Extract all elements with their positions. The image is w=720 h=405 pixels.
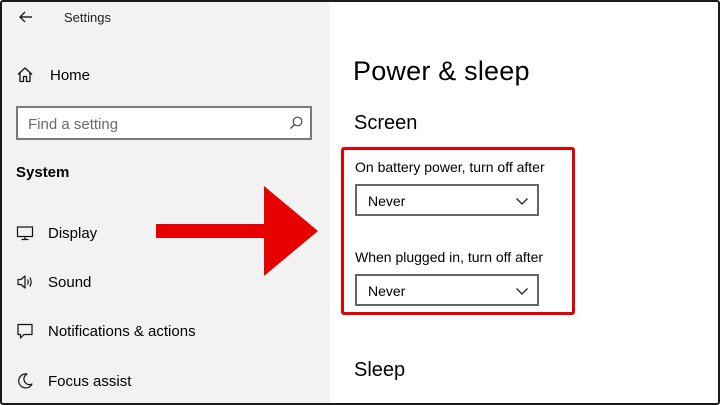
back-button[interactable] <box>14 6 38 28</box>
sidebar-item-label: Display <box>48 224 98 242</box>
home-icon <box>14 64 36 86</box>
speaker-icon <box>14 271 36 293</box>
search-box[interactable] <box>16 106 312 140</box>
monitor-icon <box>14 222 36 244</box>
red-arrow-annotation <box>156 186 318 276</box>
section-heading-system: System <box>16 164 70 181</box>
sidebar-item-notifications[interactable]: Notifications & actions <box>14 318 196 344</box>
search-icon[interactable] <box>288 115 304 131</box>
page-title: Power & sleep <box>353 56 530 86</box>
sleep-heading: Sleep <box>354 359 406 381</box>
sidebar-item-label: Sound <box>48 273 92 291</box>
search-input[interactable] <box>28 114 278 134</box>
back-arrow-icon <box>19 11 32 23</box>
message-icon <box>14 320 36 342</box>
sidebar-item-sound[interactable]: Sound <box>14 269 91 295</box>
sidebar-item-focus-assist[interactable]: Focus assist <box>14 368 131 394</box>
sidebar-item-display[interactable]: Display <box>14 220 97 246</box>
sidebar-item-home[interactable]: Home <box>14 62 90 88</box>
moon-icon <box>14 370 36 392</box>
sidebar-item-label: Home <box>50 66 91 84</box>
sidebar-item-label: Notifications & actions <box>48 322 196 340</box>
highlight-box <box>341 147 575 315</box>
sidebar-item-label: Focus assist <box>48 372 132 390</box>
screen-heading: Screen <box>354 112 418 134</box>
window-title: Settings <box>64 10 111 25</box>
